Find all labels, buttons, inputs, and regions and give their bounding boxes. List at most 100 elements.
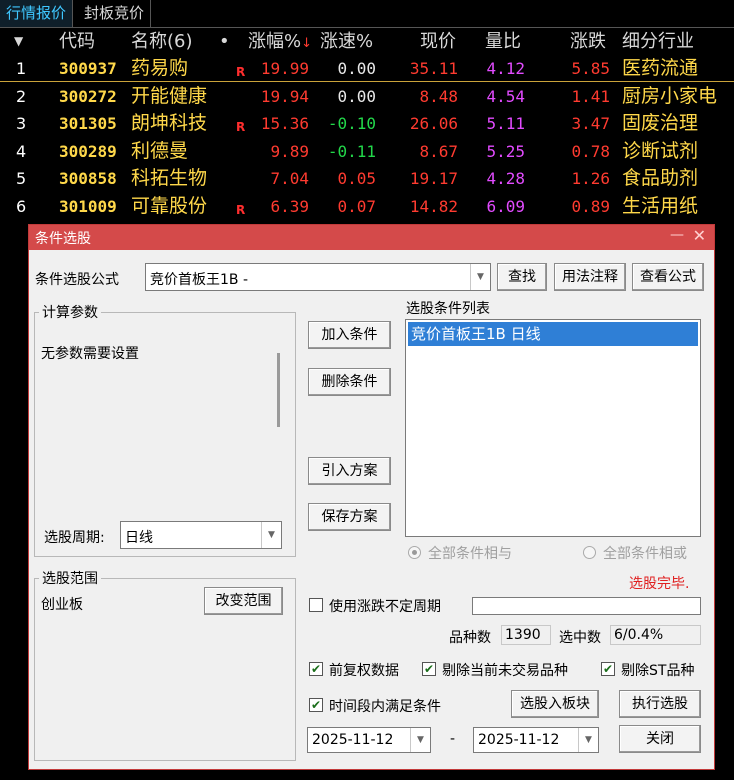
- chevron-down-icon[interactable]: ▼: [578, 728, 598, 752]
- formula-combobox[interactable]: 竞价首板王1B - ▼: [145, 263, 491, 291]
- margin-flag: R: [236, 202, 246, 217]
- tab-limit-auction[interactable]: 封板竞价: [78, 0, 152, 27]
- row-index: 1: [16, 59, 27, 78]
- volume-ratio: 4.28: [486, 169, 525, 188]
- dialog-title: 条件选股: [35, 231, 91, 247]
- change-speed: -0.11: [327, 141, 376, 161]
- table-row[interactable]: 5 300858 科拓生物 7.04 0.05 19.17 4.28 1.26 食品助剂: [0, 165, 734, 192]
- params-scrollbar[interactable]: [277, 353, 280, 427]
- range-value: 创业板: [41, 597, 83, 613]
- change-range-button[interactable]: 改变范围: [204, 587, 283, 615]
- header-volume-ratio[interactable]: 量比: [485, 28, 521, 55]
- selected-value: 6/0.4%: [614, 627, 664, 643]
- save-scheme-button[interactable]: 保存方案: [308, 503, 391, 531]
- row-index: 4: [16, 141, 27, 161]
- period-text-field[interactable]: [472, 597, 701, 615]
- table-row[interactable]: 4 300289 利德曼 9.89 -0.11 8.67 5.25 0.78 诊断试剂: [0, 138, 734, 165]
- quote-tabs: 行情报价 封板竞价: [0, 0, 734, 28]
- exclude-no-trade-checkbox[interactable]: ✔: [422, 662, 436, 676]
- stock-name: 科拓生物: [131, 167, 208, 189]
- stock-code: 300272: [59, 86, 117, 106]
- date-from-value: 2025-11-12: [312, 732, 394, 748]
- current-price: 19.17: [409, 169, 458, 188]
- change-speed: 0.05: [337, 169, 376, 188]
- chevron-down-icon[interactable]: ▼: [470, 264, 490, 290]
- change-speed: 0.00: [337, 59, 376, 78]
- status-text: 选股完毕.: [629, 576, 690, 592]
- table-row[interactable]: 2 300272 开能健康 19.94 0.00 8.48 4.54 1.41 厨房小家电: [0, 83, 734, 110]
- radio-all-and-label: 全部条件相与: [428, 546, 512, 562]
- header-industry[interactable]: 细分行业: [622, 28, 694, 55]
- current-price: 26.06: [409, 114, 458, 133]
- radio-all-and[interactable]: [408, 546, 421, 559]
- condition-list[interactable]: 竞价首板王1B 日线: [405, 319, 701, 537]
- time-range-checkbox[interactable]: ✔: [309, 698, 323, 712]
- tab-quotes[interactable]: 行情报价: [0, 0, 74, 27]
- minimize-icon[interactable]: —: [670, 227, 684, 243]
- stock-code: 301009: [59, 196, 117, 216]
- date-to-picker[interactable]: 2025-11-12 ▼: [473, 727, 599, 753]
- params-text: 无参数需要设置: [41, 346, 139, 362]
- table-row[interactable]: 1 300937 药易购 R 19.99 0.00 35.11 4.12 5.85 医药流通: [0, 55, 734, 82]
- price-change: 5.85: [571, 59, 610, 78]
- change-speed: -0.10: [327, 114, 376, 133]
- chevron-down-icon[interactable]: ▼: [261, 522, 281, 548]
- add-to-block-button[interactable]: 选股入板块: [511, 690, 599, 718]
- add-condition-button[interactable]: 加入条件: [308, 321, 391, 349]
- date-to-value: 2025-11-12: [478, 732, 560, 748]
- close-button[interactable]: 关闭: [619, 725, 701, 753]
- view-formula-button[interactable]: 查看公式: [632, 263, 704, 291]
- volume-ratio: 6.09: [486, 196, 525, 216]
- price-change: 0.89: [571, 196, 610, 216]
- exclude-st-checkbox[interactable]: ✔: [601, 662, 615, 676]
- dialog-titlebar[interactable]: 条件选股 — ✕: [29, 225, 714, 250]
- change-pct: 19.94: [260, 86, 309, 106]
- radio-all-or[interactable]: [583, 546, 596, 559]
- header-speed[interactable]: 涨速%: [320, 28, 373, 55]
- industry: 医药流通: [622, 57, 699, 79]
- change-speed: 0.00: [337, 86, 376, 106]
- current-price: 8.48: [419, 86, 458, 106]
- chevron-down-icon[interactable]: ▼: [410, 728, 430, 752]
- params-legend: 计算参数: [39, 302, 101, 322]
- current-price: 8.67: [419, 141, 458, 161]
- list-item[interactable]: 竞价首板王1B 日线: [408, 322, 698, 346]
- period-combobox[interactable]: 日线 ▼: [120, 521, 282, 549]
- period-value: 日线: [125, 530, 153, 546]
- import-scheme-button[interactable]: 引入方案: [308, 457, 391, 485]
- prev-adj-checkbox[interactable]: ✔: [309, 662, 323, 676]
- current-price: 35.11: [409, 59, 458, 78]
- change-pct: 15.36: [260, 114, 309, 133]
- industry: 厨房小家电: [622, 84, 718, 107]
- header-pct[interactable]: 涨幅%↓: [248, 28, 312, 57]
- count-value: 1390: [505, 627, 541, 643]
- table-row[interactable]: 6 301009 可靠股份 R 6.39 0.07 14.82 6.09 0.89 生活用纸: [0, 193, 734, 220]
- stock-code: 300289: [59, 141, 117, 161]
- header-change[interactable]: 涨跌: [570, 28, 606, 55]
- column-menu-icon[interactable]: ▼: [14, 28, 23, 55]
- volume-ratio: 4.54: [486, 86, 525, 106]
- volume-ratio: 5.11: [486, 114, 525, 133]
- date-from-picker[interactable]: 2025-11-12 ▼: [307, 727, 431, 753]
- change-pct: 9.89: [270, 141, 309, 161]
- usage-notes-button[interactable]: 用法注释: [554, 263, 626, 291]
- change-pct: 7.04: [270, 169, 309, 188]
- industry: 食品助剂: [622, 167, 699, 189]
- count-label: 品种数: [449, 630, 491, 646]
- row-selection-line: [0, 81, 734, 82]
- find-button[interactable]: 查找: [497, 263, 547, 291]
- condition-stock-picker-dialog: 条件选股 — ✕ 条件选股公式 竞价首板王1B - ▼ 查找 用法注释 查看公式…: [28, 224, 715, 770]
- table-row[interactable]: 3 301305 朗坤科技 R 15.36 -0.10 26.06 5.11 3.47 固废治理: [0, 110, 734, 137]
- radio-all-or-label: 全部条件相或: [603, 546, 687, 562]
- header-price[interactable]: 现价: [420, 28, 456, 55]
- execute-selection-button[interactable]: 执行选股: [619, 690, 701, 718]
- close-icon[interactable]: ✕: [693, 226, 706, 245]
- header-name[interactable]: 名称(6): [131, 28, 193, 55]
- stock-name: 药易购: [131, 57, 189, 79]
- delete-condition-button[interactable]: 删除条件: [308, 368, 391, 396]
- industry: 生活用纸: [622, 194, 699, 217]
- header-code[interactable]: 代码: [59, 28, 95, 55]
- volume-ratio: 4.12: [486, 59, 525, 78]
- use-period-checkbox[interactable]: [309, 598, 323, 612]
- current-price: 14.82: [409, 196, 458, 216]
